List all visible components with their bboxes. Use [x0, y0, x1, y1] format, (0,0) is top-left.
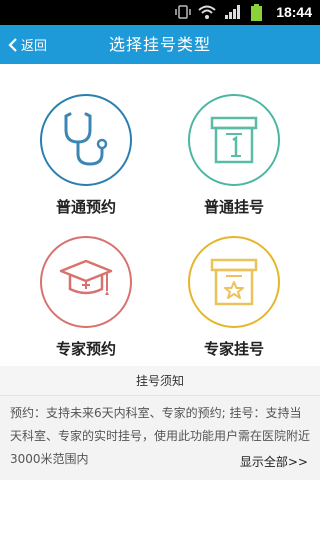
ticket-box-icon: [210, 116, 258, 164]
back-button[interactable]: 返回: [8, 25, 47, 64]
option-circle: [40, 94, 132, 186]
wifi-icon: [198, 5, 216, 19]
option-general-registration[interactable]: 普通挂号: [174, 94, 294, 217]
signal-icon: [225, 5, 240, 19]
option-label: 专家预约: [55, 340, 116, 358]
notice-title: 挂号须知: [0, 366, 320, 396]
back-label: 返回: [21, 39, 48, 54]
vibrate-icon: [175, 5, 191, 19]
option-general-appointment[interactable]: 普通预约: [26, 94, 146, 217]
page-title: 选择挂号类型: [108, 35, 211, 54]
stethoscope-icon: [64, 112, 108, 166]
notice-panel: 挂号须知 预约：支持未来6天内科室、专家的预约; 挂号：支持当天科室、专家的实时…: [0, 366, 320, 480]
app-bar: 选择挂号类型 返回: [0, 25, 320, 64]
star-box-icon: [210, 258, 258, 306]
chevron-left-icon: [8, 37, 17, 52]
option-circle: [188, 236, 280, 328]
option-expert-appointment[interactable]: 专家预约: [26, 236, 146, 359]
option-circle: [188, 94, 280, 186]
option-label: 普通预约: [55, 198, 116, 216]
option-circle: [40, 236, 132, 328]
status-time: 18:44: [276, 4, 312, 20]
status-bar: 18:44: [0, 0, 320, 25]
show-all-link[interactable]: 显示全部>>: [240, 453, 308, 470]
option-expert-registration[interactable]: 专家挂号: [174, 236, 294, 359]
graduation-cap-icon: [59, 259, 113, 295]
option-label: 专家挂号: [203, 340, 264, 358]
battery-icon: [251, 4, 262, 21]
option-label: 普通挂号: [203, 198, 264, 216]
